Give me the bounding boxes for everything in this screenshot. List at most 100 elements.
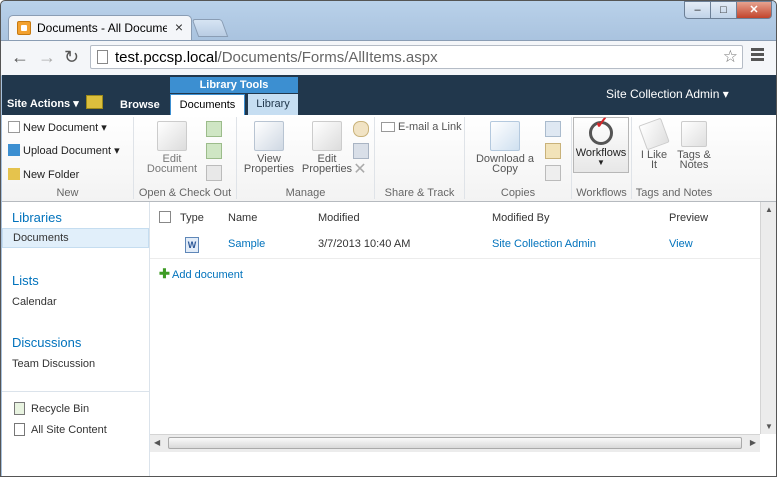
check-out-icon[interactable]: [206, 121, 222, 137]
workflows-label: Workflows: [575, 147, 627, 159]
address-bar[interactable]: test.pccsp.local/Documents/Forms/AllItem…: [90, 45, 743, 69]
tab-browse[interactable]: Browse: [120, 99, 160, 111]
edit-properties-icon: [312, 121, 342, 151]
nav-heading-discussions[interactable]: Discussions: [12, 335, 81, 350]
tags-notes-label-2: Notes: [679, 159, 709, 171]
recycle-bin-icon: [14, 402, 25, 415]
discard-check-out-icon[interactable]: [206, 165, 222, 181]
permissions-icon[interactable]: [353, 143, 369, 159]
select-all-checkbox[interactable]: [159, 211, 171, 223]
column-header-name[interactable]: Name: [228, 212, 257, 224]
ribbon-group-copies: Download a Copy Copies: [465, 117, 572, 199]
column-header-preview[interactable]: Preview: [669, 212, 708, 224]
nav-heading-libraries[interactable]: Libraries: [12, 210, 62, 225]
maximize-button[interactable]: □: [710, 1, 737, 19]
delete-icon[interactable]: ✕: [353, 162, 367, 178]
back-arrow-icon[interactable]: ←: [11, 47, 29, 68]
add-document-link[interactable]: Add document: [172, 269, 243, 281]
check-in-icon[interactable]: [206, 143, 222, 159]
browser-window: Documents - All Documer × – □ ✕ ← → ↻ te…: [0, 0, 777, 477]
nav-item-calendar[interactable]: Calendar: [12, 296, 57, 308]
nav-item-documents[interactable]: Documents: [2, 228, 149, 248]
url-host: test.pccsp.local: [115, 49, 218, 66]
new-folder-button[interactable]: New Folder: [8, 168, 79, 181]
download-copy-button[interactable]: Download a Copy: [469, 121, 541, 175]
ribbon-group-workflows: ✓ Workflows ▼ Workflows: [572, 116, 632, 199]
tab-documents[interactable]: Documents: [170, 94, 245, 115]
column-header-modified-by[interactable]: Modified By: [492, 212, 549, 224]
edit-document-button[interactable]: Edit Document: [144, 121, 200, 175]
nav-item-all-site-content[interactable]: All Site Content: [31, 424, 107, 436]
tab-library[interactable]: Library: [248, 94, 298, 115]
row-preview-link[interactable]: View: [669, 238, 693, 250]
new-folder-label: New Folder: [23, 169, 80, 181]
edit-properties-button[interactable]: Edit Properties: [299, 121, 355, 175]
tags-notes-icon: [681, 121, 707, 147]
vertical-scrollbar[interactable]: ▲ ▼: [760, 202, 776, 434]
edit-document-label-2: Document: [146, 163, 198, 175]
tab-close-icon[interactable]: ×: [175, 19, 183, 35]
ribbon: New Document ▾ Upload Document ▾ New Fol…: [2, 115, 776, 202]
upload-icon: [8, 144, 20, 156]
download-copy-label-2: Copy: [492, 163, 518, 175]
edit-document-icon: [157, 121, 187, 151]
browser-tab[interactable]: Documents - All Documer ×: [8, 15, 192, 40]
column-header-type[interactable]: Type: [180, 212, 204, 224]
forward-arrow-icon[interactable]: →: [38, 47, 56, 68]
column-header-modified[interactable]: Modified: [318, 212, 360, 224]
site-actions-menu[interactable]: Site Actions ▾: [7, 97, 79, 110]
row-modified: 3/7/2013 10:40 AM: [318, 238, 411, 250]
scroll-up-icon[interactable]: ▲: [765, 205, 773, 214]
browser-menu-icon[interactable]: [751, 48, 764, 63]
close-window-button[interactable]: ✕: [736, 1, 772, 19]
nav-divider: [2, 391, 149, 392]
sharepoint-favicon-icon: [17, 21, 31, 35]
library-tools-label: Library Tools: [170, 77, 298, 93]
email-link-button[interactable]: E-mail a Link: [381, 121, 462, 133]
go-to-source-icon[interactable]: [545, 165, 561, 181]
workflows-dropdown-icon: ▼: [597, 158, 605, 167]
email-link-label: E-mail a Link: [398, 121, 462, 133]
minimize-button[interactable]: –: [684, 1, 711, 19]
sharepoint-page: Site Actions ▾ Browse Library Tools Docu…: [2, 75, 776, 476]
i-like-it-button[interactable]: I Like It: [634, 117, 674, 171]
manage-copies-icon[interactable]: [545, 143, 561, 159]
send-to-icon[interactable]: [545, 121, 561, 137]
group-label-new: New: [56, 187, 79, 199]
version-history-icon[interactable]: [353, 121, 369, 137]
nav-heading-lists[interactable]: Lists: [12, 273, 39, 288]
workflows-button[interactable]: ✓ Workflows ▼: [573, 116, 629, 173]
row-modified-by-link[interactable]: Site Collection Admin: [492, 238, 596, 250]
i-like-it-icon: [638, 117, 670, 151]
new-document-icon: [8, 121, 20, 133]
bookmark-star-icon[interactable]: ☆: [723, 47, 738, 67]
view-properties-label-2: Properties: [243, 163, 295, 175]
scroll-right-icon[interactable]: ▶: [750, 438, 756, 447]
new-document-button[interactable]: New Document ▾: [8, 121, 107, 134]
new-document-label: New Document ▾: [23, 122, 107, 134]
new-tab-button[interactable]: [191, 19, 229, 37]
horizontal-scroll-thumb[interactable]: [168, 437, 742, 449]
ribbon-group-share: E-mail a Link Share & Track: [375, 117, 465, 199]
horizontal-scrollbar[interactable]: ◀ ▶: [150, 434, 760, 452]
tags-notes-button[interactable]: Tags & Notes: [674, 121, 714, 171]
user-menu[interactable]: Site Collection Admin ▾: [606, 87, 729, 101]
scroll-left-icon[interactable]: ◀: [154, 438, 160, 447]
reload-icon[interactable]: ↻: [64, 47, 79, 68]
ribbon-group-open: Edit Document Open & Check Out: [134, 117, 237, 199]
ribbon-group-new: New Document ▾ Upload Document ▾ New Fol…: [2, 117, 134, 199]
upload-document-button[interactable]: Upload Document ▾: [8, 144, 120, 157]
upload-document-label: Upload Document ▾: [23, 145, 120, 157]
view-properties-button[interactable]: View Properties: [241, 121, 297, 175]
page-icon: [97, 50, 108, 64]
group-label-tags: Tags and Notes: [635, 187, 713, 199]
nav-item-recycle-bin[interactable]: Recycle Bin: [31, 403, 89, 415]
nav-item-team-discussion[interactable]: Team Discussion: [12, 358, 95, 370]
word-document-icon: W: [185, 237, 199, 253]
browser-toolbar: ← → ↻ test.pccsp.local/Documents/Forms/A…: [1, 40, 776, 76]
ribbon-group-manage: View Properties Edit Properties ✕ Manage: [237, 117, 375, 199]
row-divider: [150, 258, 760, 259]
navigate-up-icon[interactable]: [86, 95, 103, 109]
scroll-down-icon[interactable]: ▼: [765, 422, 773, 431]
row-name-link[interactable]: Sample: [228, 238, 265, 250]
